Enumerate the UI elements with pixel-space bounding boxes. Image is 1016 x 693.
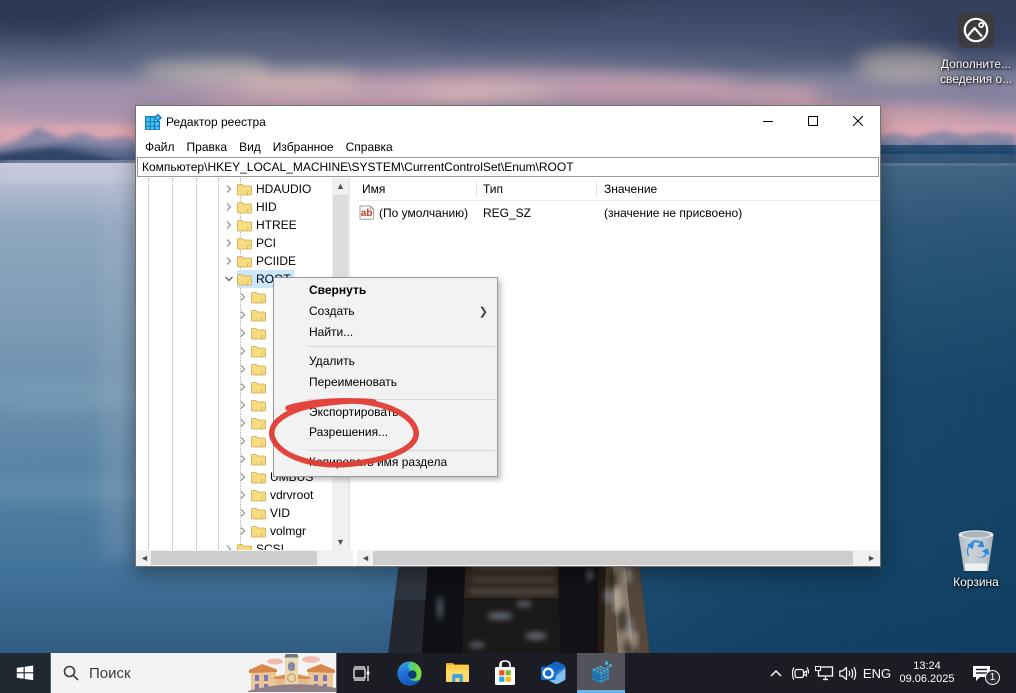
svg-text:ab: ab [361, 208, 373, 219]
